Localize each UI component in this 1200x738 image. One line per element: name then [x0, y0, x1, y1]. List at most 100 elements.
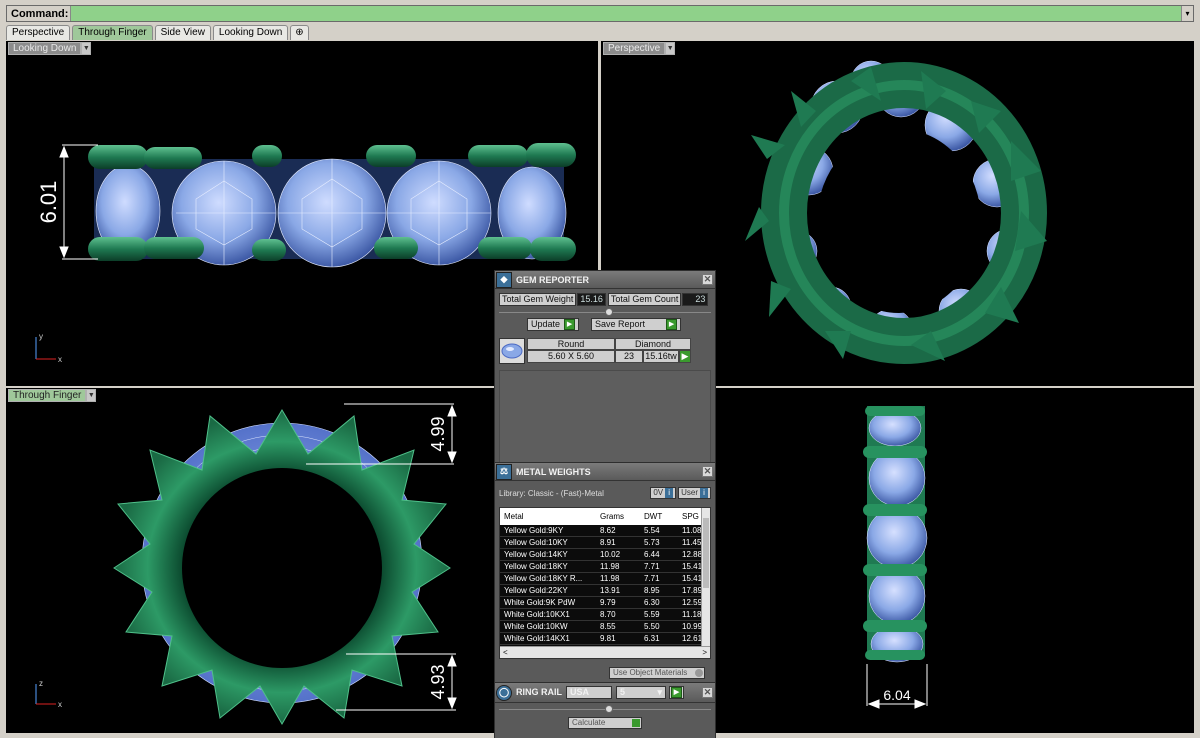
viewport-title[interactable]: Looking Down — [8, 42, 82, 55]
total-gem-weight-value: 15.16 — [577, 293, 606, 306]
col-grams[interactable]: Grams — [598, 508, 642, 525]
horizontal-scrollbar[interactable]: < > — [500, 646, 710, 658]
gem-list-area — [499, 370, 711, 464]
gem-count: 23 — [615, 350, 643, 363]
metal-weights-panel: ⚖ METAL WEIGHTS ✕ Library: Classic - (Fa… — [494, 462, 716, 683]
vertical-scrollbar[interactable] — [701, 508, 710, 646]
user-select[interactable]: User i — [678, 487, 711, 499]
ring-rail-titlebar[interactable]: ◯ RING RAIL USA 5 ▾ ▶ ✕ — [495, 683, 715, 703]
cell-metal: Yellow Gold:10KY — [504, 538, 568, 547]
col-dwt[interactable]: DWT — [642, 508, 680, 525]
table-row[interactable]: Yellow Gold:14KY 10.02 6.44 12.88 — [500, 549, 710, 561]
table-row[interactable]: White Gold:14KX1 9.81 6.31 12.61 — [500, 633, 710, 645]
cell-metal: White Gold:9K PdW — [504, 598, 576, 607]
divider — [499, 308, 711, 316]
viewport-title[interactable]: Through Finger — [8, 389, 87, 402]
ring-size-select[interactable]: 5 ▾ — [616, 686, 666, 699]
axis-x-label: x — [58, 355, 62, 364]
use-object-materials-label: Use Object Materials — [613, 668, 688, 677]
viewport-menu-arrow-icon[interactable]: ▼ — [665, 42, 676, 55]
cell-dwt: 5.73 — [644, 538, 660, 547]
gem-shape: Round — [527, 338, 615, 350]
table-row[interactable]: Yellow Gold:18KY 11.98 7.71 15.41 — [500, 561, 710, 573]
cell-dwt: 6.31 — [644, 634, 660, 643]
gem-entry-table: Round Diamond 5.60 X 5.60 23 15.16tw ▶ — [527, 338, 711, 364]
save-report-button[interactable]: Save Report ▶ — [591, 318, 682, 331]
table-row[interactable]: Yellow Gold:9KY 8.62 5.54 11.08 — [500, 525, 710, 537]
table-row[interactable]: White Gold:9K PdW 9.79 6.30 12.59 — [500, 597, 710, 609]
viewport-menu-arrow-icon[interactable]: ▼ — [86, 389, 97, 402]
command-dropdown-button[interactable]: ▾ — [1181, 6, 1193, 21]
calculate-button[interactable]: Calculate — [568, 717, 642, 729]
close-icon[interactable]: ✕ — [702, 274, 713, 285]
library-label: Library: Classic - (Fast)-Metal — [499, 488, 604, 498]
dimension-bottom-label: 4.93 — [428, 664, 448, 699]
col-metal[interactable]: Metal — [502, 508, 598, 525]
volume-select-value: 0V — [653, 488, 664, 497]
table-row[interactable]: White Gold:10KW 8.55 5.50 10.99 — [500, 621, 710, 633]
tab-looking-down[interactable]: Looking Down — [212, 25, 289, 40]
cell-metal: Yellow Gold:9KY — [504, 526, 564, 535]
table-row[interactable]: Yellow Gold:10KY 8.91 5.73 11.45 — [500, 537, 710, 549]
metal-table-header: Metal Grams DWT SPG — [500, 508, 710, 525]
cell-dwt: 8.95 — [644, 586, 660, 595]
close-icon[interactable]: ✕ — [702, 466, 713, 477]
metal-weights-titlebar[interactable]: ⚖ METAL WEIGHTS ✕ — [495, 463, 715, 481]
collapse-knob-icon[interactable] — [605, 705, 613, 713]
divider — [499, 705, 711, 713]
cell-metal: White Gold:14KX1 — [504, 634, 570, 643]
viewport-title[interactable]: Perspective — [603, 42, 666, 55]
scroll-thumb[interactable] — [703, 518, 709, 588]
scroll-left-icon[interactable]: < — [503, 647, 508, 658]
calculate-label: Calculate — [572, 718, 606, 727]
cell-grams: 9.79 — [600, 598, 616, 607]
dimension-top-label: 4.99 — [428, 416, 448, 451]
close-icon[interactable]: ✕ — [702, 687, 713, 698]
cell-dwt: 7.71 — [644, 574, 660, 583]
command-label: Command: — [7, 6, 72, 21]
metal-table[interactable]: Metal Grams DWT SPG Yellow Gold:9KY 8.62 5… — [499, 507, 711, 659]
gem-weight: 15.16tw — [643, 350, 679, 363]
viewport-tabs: Perspective Through Finger Side View Loo… — [6, 25, 311, 41]
table-row[interactable]: Yellow Gold:22KY 13.91 8.95 17.89 — [500, 585, 710, 597]
ring-go-button[interactable]: ▶ — [669, 686, 684, 699]
tab-through-finger[interactable]: Through Finger — [72, 25, 153, 40]
tab-perspective[interactable]: Perspective — [6, 25, 71, 40]
command-input[interactable] — [71, 6, 1181, 21]
use-object-materials-button[interactable]: Use Object Materials — [609, 667, 705, 679]
toggle-icon — [695, 669, 703, 677]
cell-metal: Yellow Gold:22KY — [504, 586, 568, 595]
play-icon — [632, 719, 640, 727]
cell-grams: 10.02 — [600, 550, 621, 559]
save-report-label: Save Report — [595, 319, 646, 329]
axis-z-label: z — [39, 679, 43, 688]
cell-grams: 9.81 — [600, 634, 616, 643]
viewport-menu-arrow-icon[interactable]: ▼ — [81, 42, 92, 55]
cell-metal: Yellow Gold:18KY — [504, 562, 568, 571]
scroll-right-icon[interactable]: > — [702, 647, 707, 658]
collapse-knob-icon[interactable] — [605, 308, 613, 316]
dimension-label: 6.01 — [36, 181, 61, 224]
table-row[interactable]: Yellow Gold:18KY R... 11.98 7.71 15.41 — [500, 573, 710, 585]
play-icon: ▶ — [666, 319, 678, 330]
play-icon: ▶ — [564, 319, 576, 330]
axis-x-label: x — [58, 700, 62, 709]
tab-side-view[interactable]: Side View — [154, 25, 211, 40]
add-tab-button[interactable]: ⊕ — [290, 25, 309, 40]
cell-grams: 8.91 — [600, 538, 616, 547]
update-label: Update — [531, 319, 561, 329]
cell-metal: White Gold:10KX1 — [504, 610, 570, 619]
panel-title: RING RAIL — [516, 687, 562, 697]
table-row[interactable]: White Gold:10KX1 8.70 5.59 11.18 — [500, 609, 710, 621]
chevron-down-icon: ▾ — [657, 687, 662, 697]
cell-dwt: 7.71 — [644, 562, 660, 571]
update-button[interactable]: Update ▶ — [527, 318, 580, 331]
panel-title: METAL WEIGHTS — [516, 466, 591, 477]
ring-rail-panel: ◯ RING RAIL USA 5 ▾ ▶ ✕ Calculate — [494, 682, 716, 738]
region-select[interactable]: USA — [566, 686, 612, 699]
gem-entry-row[interactable]: Round Diamond 5.60 X 5.60 23 15.16tw ▶ — [499, 338, 711, 364]
gem-reporter-titlebar[interactable]: ◆ GEM REPORTER ✕ — [495, 271, 715, 289]
cell-metal: Yellow Gold:14KY — [504, 550, 568, 559]
volume-select[interactable]: 0V i — [650, 487, 677, 499]
gem-go-icon[interactable]: ▶ — [679, 350, 691, 363]
